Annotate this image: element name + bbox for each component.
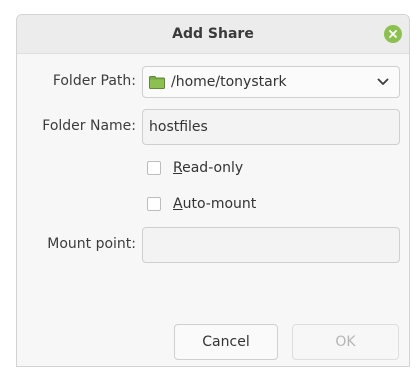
ok-button[interactable]: OK <box>292 324 399 360</box>
readonly-checkbox-row[interactable]: Read-only <box>147 160 243 176</box>
folder-path-label: Folder Path: <box>52 73 136 89</box>
chevron-down-icon[interactable] <box>367 67 399 97</box>
folder-icon <box>149 75 165 89</box>
mount-point-field[interactable] <box>142 227 400 263</box>
folder-name-field[interactable]: hostfiles <box>142 109 400 145</box>
cancel-button[interactable]: Cancel <box>174 324 278 360</box>
automount-label-rest: uto-mount <box>182 196 257 212</box>
close-icon[interactable] <box>384 25 402 43</box>
readonly-mnemonic: R <box>173 160 183 176</box>
readonly-label: Read-only <box>173 160 243 176</box>
readonly-label-rest: ead-only <box>182 160 244 176</box>
add-share-dialog: Add Share Folder Path: /home/tonystark F… <box>16 14 410 367</box>
folder-path-combobox[interactable]: /home/tonystark <box>142 66 400 98</box>
readonly-checkbox[interactable] <box>147 161 161 175</box>
automount-checkbox[interactable] <box>147 197 161 211</box>
title-bar: Add Share <box>17 15 409 54</box>
folder-path-value: /home/tonystark <box>171 74 287 90</box>
mount-point-label: Mount point: <box>47 236 136 252</box>
automount-mnemonic: A <box>173 196 183 212</box>
folder-name-label: Folder Name: <box>42 118 136 134</box>
automount-checkbox-row[interactable]: Auto-mount <box>147 196 256 212</box>
automount-label: Auto-mount <box>173 196 256 212</box>
dialog-title: Add Share <box>172 26 254 42</box>
